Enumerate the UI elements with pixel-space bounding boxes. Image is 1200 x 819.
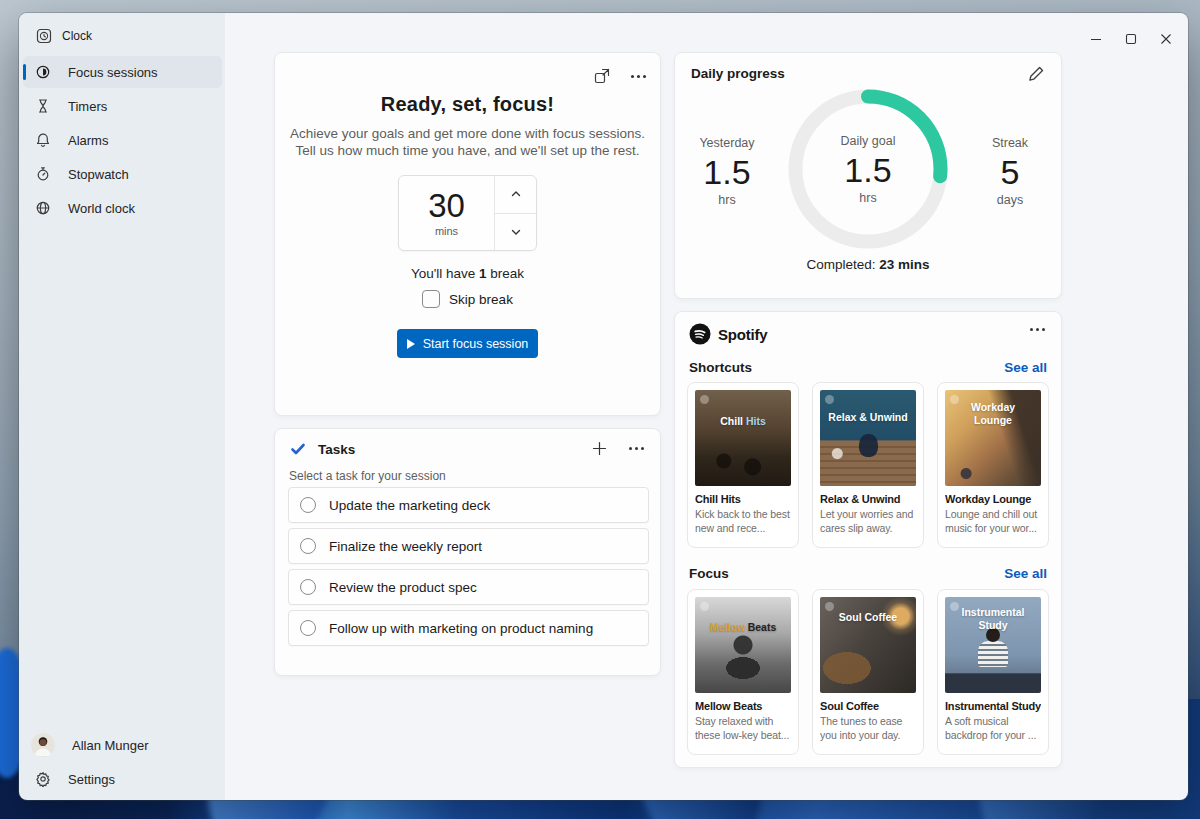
sidebar: Clock Focus sessions Timers <box>19 13 225 800</box>
timers-icon <box>35 98 51 114</box>
todo-check-icon <box>290 441 306 457</box>
shortcuts-section-title: Shortcuts <box>689 360 752 375</box>
sidebar-nav: Focus sessions Timers Alarms <box>19 56 225 224</box>
focus-card-more-icon[interactable] <box>631 75 646 78</box>
maximize-button[interactable] <box>1123 31 1139 47</box>
app-title: Clock <box>62 29 92 43</box>
clock-app-window: Clock Focus sessions Timers <box>19 13 1188 800</box>
compact-overlay-icon[interactable] <box>593 67 611 85</box>
spotify-watermark-icon <box>950 395 959 404</box>
playlist-art: Instrumental Study <box>945 597 1041 693</box>
sidebar-item-label: Stopwatch <box>68 167 129 182</box>
focus-sessions-icon <box>35 64 51 80</box>
skip-break-label: Skip break <box>449 292 513 307</box>
playlist-card-instrumental-study[interactable]: Instrumental Study Instrumental Study A … <box>937 589 1049 755</box>
sidebar-item-world-clock[interactable]: World clock <box>23 192 222 224</box>
task-radio[interactable] <box>300 538 316 554</box>
sidebar-item-alarms[interactable]: Alarms <box>23 124 222 156</box>
sidebar-item-focus-sessions[interactable]: Focus sessions <box>23 56 222 88</box>
playlist-art: Soul Coffee <box>820 597 916 693</box>
focus-subtitle: Achieve your goals and get more done wit… <box>275 125 660 159</box>
play-icon <box>407 339 415 349</box>
task-row[interactable]: Follow up with marketing on product nami… <box>288 610 649 646</box>
sidebar-item-label: Alarms <box>68 133 108 148</box>
playlist-art: Relax & Unwind <box>820 390 916 486</box>
app-title-row: Clock <box>19 13 225 45</box>
yesterday-stat: Yesterday 1.5 hrs <box>682 136 772 207</box>
world-clock-icon <box>35 200 51 216</box>
focus-section-title: Focus <box>689 566 729 581</box>
completed-status: Completed: 23 mins <box>675 257 1061 272</box>
streak-stat: Streak 5 days <box>965 136 1055 207</box>
skip-break-checkbox[interactable] <box>422 290 440 308</box>
playlist-art: Chill Hits <box>695 390 791 486</box>
settings-gear-icon <box>35 771 51 787</box>
minutes-unit: mins <box>435 225 458 237</box>
spotify-watermark-icon <box>950 602 959 611</box>
minutes-value[interactable]: 30 <box>428 189 465 223</box>
spotify-card: Spotify Shortcuts See all Chill Hits Chi… <box>674 311 1062 768</box>
task-radio[interactable] <box>300 497 316 513</box>
task-row[interactable]: Review the product spec <box>288 569 649 605</box>
task-radio[interactable] <box>300 579 316 595</box>
focus-see-all-link[interactable]: See all <box>1004 566 1047 581</box>
stopwatch-icon <box>35 166 51 182</box>
daily-progress-title: Daily progress <box>691 66 785 81</box>
spotify-watermark-icon <box>700 602 709 611</box>
user-name: Allan Munger <box>72 738 149 753</box>
task-radio[interactable] <box>300 620 316 636</box>
spotify-watermark-icon <box>700 395 709 404</box>
tasks-more-icon[interactable] <box>629 447 644 450</box>
playlist-art: Workday Lounge <box>945 390 1041 486</box>
close-button[interactable] <box>1158 31 1174 47</box>
tasks-subtitle: Select a task for your session <box>289 469 446 483</box>
main-content: Ready, set, focus! Achieve your goals an… <box>225 13 1188 800</box>
sidebar-item-user[interactable]: Allan Munger <box>23 729 222 761</box>
spotify-watermark-icon <box>825 395 834 404</box>
minutes-increase-button[interactable] <box>495 176 536 213</box>
playlist-card-mellow-beats[interactable]: Mellow Beats Mellow Beats Stay relaxed w… <box>687 589 799 755</box>
spotify-more-icon[interactable] <box>1030 328 1045 331</box>
minimize-button[interactable] <box>1088 31 1104 47</box>
playlist-card-relax-unwind[interactable]: Relax & Unwind Relax & Unwind Let your w… <box>812 382 924 548</box>
sidebar-item-settings[interactable]: Settings <box>23 763 222 795</box>
playlist-card-soul-coffee[interactable]: Soul Coffee Soul Coffee The tunes to eas… <box>812 589 924 755</box>
playlist-card-chill-hits[interactable]: Chill Hits Chill Hits Kick back to the b… <box>687 382 799 548</box>
sidebar-item-timers[interactable]: Timers <box>23 90 222 122</box>
sidebar-item-label: World clock <box>68 201 135 216</box>
tasks-title: Tasks <box>318 442 355 457</box>
sidebar-bottom: Allan Munger Settings <box>19 729 225 797</box>
minutes-spinner: 30 mins <box>398 175 537 251</box>
task-row[interactable]: Update the marketing deck <box>288 487 649 523</box>
spotify-brand: Spotify <box>718 326 767 343</box>
sidebar-item-stopwatch[interactable]: Stopwatch <box>23 158 222 190</box>
sidebar-item-label: Focus sessions <box>68 65 158 80</box>
add-task-icon[interactable] <box>592 441 607 456</box>
playlist-card-workday-lounge[interactable]: Workday Lounge Workday Lounge Lounge and… <box>937 382 1049 548</box>
shortcuts-see-all-link[interactable]: See all <box>1004 360 1047 375</box>
playlist-art: Mellow Beats <box>695 597 791 693</box>
clock-app-icon <box>36 28 52 44</box>
daily-goal-stat: Daily goal 1.5 hrs <box>788 89 948 249</box>
daily-progress-card: Daily progress Yesterday 1.5 hrs Daily g… <box>674 52 1062 299</box>
spotify-watermark-icon <box>825 602 834 611</box>
settings-label: Settings <box>68 772 115 787</box>
focus-title: Ready, set, focus! <box>275 93 660 116</box>
task-list: Update the marketing deck Finalize the w… <box>288 487 649 651</box>
tasks-card: Tasks Select a task for your session Upd… <box>274 428 661 676</box>
edit-pencil-icon[interactable] <box>1027 65 1045 83</box>
minutes-decrease-button[interactable] <box>495 213 536 251</box>
start-focus-session-button[interactable]: Start focus session <box>397 329 538 358</box>
task-row[interactable]: Finalize the weekly report <box>288 528 649 564</box>
spotify-logo <box>689 323 711 345</box>
alarms-icon <box>35 132 51 148</box>
break-info: You'll have 1 break <box>275 266 660 281</box>
focus-session-card: Ready, set, focus! Achieve your goals an… <box>274 52 661 416</box>
sidebar-item-label: Timers <box>68 99 107 114</box>
user-avatar <box>31 733 55 757</box>
